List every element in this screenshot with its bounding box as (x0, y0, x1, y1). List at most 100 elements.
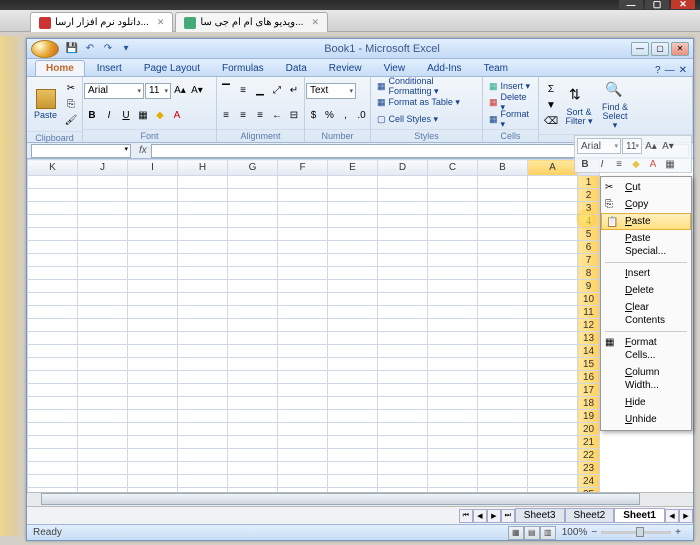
cell[interactable] (28, 345, 78, 358)
cell[interactable] (378, 449, 428, 462)
save-icon[interactable]: 💾 (65, 42, 79, 56)
page-break-button[interactable]: ▥ (540, 526, 556, 540)
sheet-tab-sheet2[interactable]: Sheet2 (565, 508, 615, 523)
cell[interactable] (328, 462, 378, 475)
cell[interactable] (228, 397, 278, 410)
cell[interactable] (228, 488, 278, 493)
cell[interactable] (128, 189, 178, 202)
tab-close-icon[interactable]: ✕ (311, 17, 319, 28)
cell[interactable] (128, 254, 178, 267)
cell[interactable] (478, 345, 528, 358)
cell[interactable] (228, 241, 278, 254)
cell[interactable] (178, 293, 228, 306)
shrink-font-icon[interactable]: A▾ (189, 83, 205, 99)
redo-icon[interactable]: ↷ (101, 42, 115, 56)
row-header-6[interactable]: 6 (578, 241, 600, 254)
cell[interactable] (278, 293, 328, 306)
wrap-text-icon[interactable]: ↵ (286, 83, 302, 99)
cell[interactable] (228, 176, 278, 189)
cell[interactable] (328, 202, 378, 215)
cell[interactable] (478, 436, 528, 449)
cell[interactable] (428, 488, 478, 493)
cell[interactable] (528, 449, 578, 462)
cell[interactable] (228, 254, 278, 267)
cell[interactable] (178, 280, 228, 293)
sheet-tab-sheet3[interactable]: Sheet3 (515, 508, 565, 523)
cell[interactable] (228, 215, 278, 228)
cell[interactable] (178, 358, 228, 371)
cell[interactable] (28, 488, 78, 493)
cell[interactable] (428, 358, 478, 371)
cell[interactable] (228, 423, 278, 436)
cell[interactable] (278, 345, 328, 358)
row-header-13[interactable]: 13 (578, 332, 600, 345)
cell[interactable] (78, 371, 128, 384)
cell[interactable] (328, 280, 378, 293)
cell[interactable] (478, 371, 528, 384)
workbook-min-icon[interactable]: — (665, 65, 675, 76)
col-header-C[interactable]: C (428, 160, 478, 176)
excel-max-button[interactable]: ▢ (651, 42, 669, 56)
bold-button[interactable]: B (84, 108, 100, 124)
cell[interactable] (28, 397, 78, 410)
cell[interactable] (128, 384, 178, 397)
cell[interactable] (178, 449, 228, 462)
align-left-icon[interactable]: ≡ (218, 108, 234, 124)
mini-font-combo[interactable]: Arial (577, 138, 621, 154)
cell[interactable] (28, 410, 78, 423)
cell[interactable] (278, 397, 328, 410)
cell[interactable] (178, 475, 228, 488)
cell[interactable] (428, 241, 478, 254)
cell[interactable] (178, 423, 228, 436)
cell[interactable] (228, 358, 278, 371)
format-as-table-button[interactable]: ▦Format as Table ▾ (373, 95, 481, 110)
cell[interactable] (478, 280, 528, 293)
cell[interactable] (378, 176, 428, 189)
cell[interactable] (28, 280, 78, 293)
currency-icon[interactable]: $ (306, 108, 321, 124)
find-select-button[interactable]: 🔍 Find & Select ▾ (597, 79, 633, 132)
cell[interactable] (478, 176, 528, 189)
cell[interactable] (378, 293, 428, 306)
cell[interactable] (28, 202, 78, 215)
cell[interactable] (528, 267, 578, 280)
format-cells-button[interactable]: ▦Format ▾ (485, 112, 537, 127)
cell[interactable] (178, 176, 228, 189)
number-format-combo[interactable]: Text (306, 83, 356, 99)
cell[interactable] (528, 410, 578, 423)
cell[interactable] (78, 475, 128, 488)
ctx-paste-special-[interactable]: Paste Special... (601, 230, 691, 260)
cell[interactable] (428, 384, 478, 397)
cell[interactable] (278, 176, 328, 189)
row-header-2[interactable]: 2 (578, 189, 600, 202)
cell[interactable] (128, 436, 178, 449)
office-button[interactable] (31, 40, 59, 58)
cell[interactable] (28, 176, 78, 189)
cell[interactable] (528, 189, 578, 202)
ctx-format-cells-[interactable]: Format Cells...▦ (601, 334, 691, 364)
cell[interactable] (378, 267, 428, 280)
row-header-4[interactable]: 4 (578, 215, 600, 228)
mini-border-icon[interactable]: ▦ (662, 156, 678, 172)
cell[interactable] (428, 319, 478, 332)
cell[interactable] (128, 228, 178, 241)
col-header-F[interactable]: F (278, 160, 328, 176)
cell[interactable] (28, 449, 78, 462)
cell[interactable] (478, 254, 528, 267)
mini-size-combo[interactable]: 11 (622, 138, 642, 154)
merge-icon[interactable]: ⊟ (286, 108, 302, 124)
cell[interactable] (178, 254, 228, 267)
undo-icon[interactable]: ↶ (83, 42, 97, 56)
orientation-icon[interactable]: ⤢ (269, 83, 285, 99)
cell[interactable] (328, 241, 378, 254)
cell[interactable] (378, 488, 428, 493)
cell[interactable] (78, 202, 128, 215)
cell[interactable] (428, 215, 478, 228)
ctx-copy[interactable]: Copy⎘ (601, 196, 691, 213)
cell[interactable] (378, 436, 428, 449)
format-painter-icon[interactable]: 🖌 (63, 112, 79, 128)
cell[interactable] (428, 306, 478, 319)
help-icon[interactable]: ? (655, 65, 661, 76)
cell[interactable] (128, 423, 178, 436)
cell[interactable] (28, 384, 78, 397)
